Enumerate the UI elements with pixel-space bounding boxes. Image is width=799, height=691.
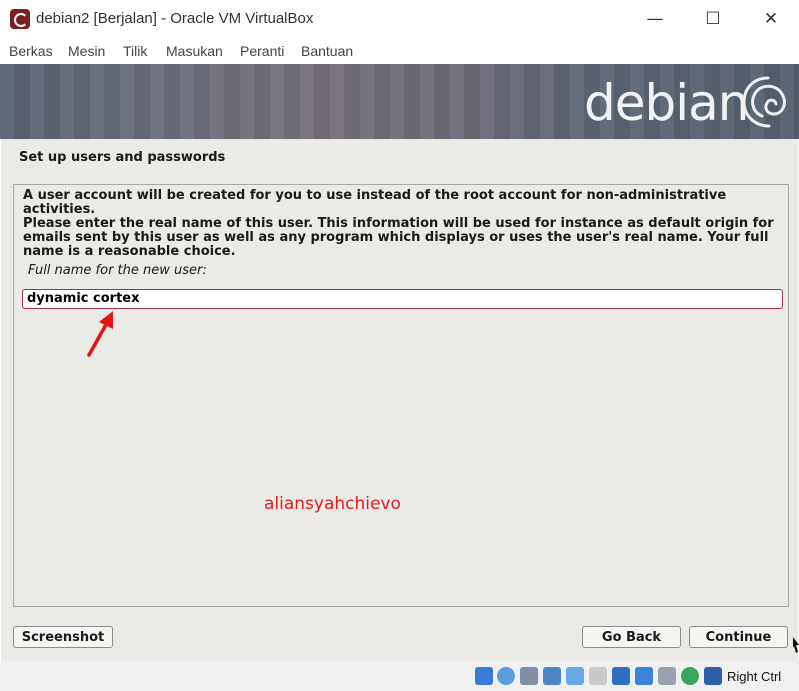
title-bar: debian2 [Berjalan] - Oracle VM VirtualBo… (0, 0, 799, 38)
page-title: Set up users and passwords (19, 150, 226, 165)
maximize-button[interactable]: ☐ (684, 0, 742, 38)
network-icon[interactable] (543, 667, 561, 685)
menu-bantuan[interactable]: Bantuan (301, 43, 353, 59)
go-back-button[interactable]: Go Back (582, 626, 681, 648)
menu-masukan[interactable]: Masukan (166, 43, 223, 59)
hard-disk-icon[interactable] (475, 667, 493, 685)
installer-area: Set up users and passwords A user accoun… (1, 139, 798, 661)
window-title: debian2 [Berjalan] - Oracle VM VirtualBo… (36, 10, 314, 27)
guest-additions-icon[interactable] (681, 667, 699, 685)
intro-text: A user account will be created for you t… (23, 188, 727, 217)
usb-icon[interactable] (566, 667, 584, 685)
debian-banner: debian (0, 64, 799, 139)
continue-button[interactable]: Continue (689, 626, 788, 648)
content-panel: A user account will be created for you t… (13, 184, 789, 607)
cpu-icon[interactable] (658, 667, 676, 685)
menu-tilik[interactable]: Tilik (123, 43, 147, 59)
optical-drive-icon[interactable] (497, 667, 515, 685)
full-name-label: Full name for the new user: (28, 263, 207, 278)
instruction-line-1: Please enter the real name of this user.… (23, 216, 774, 231)
menu-peranti[interactable]: Peranti (240, 43, 284, 59)
host-key-label: Right Ctrl (727, 669, 782, 684)
status-bar: Right Ctrl (0, 661, 799, 691)
audio-icon[interactable] (520, 667, 538, 685)
mouse-cursor-icon (793, 637, 799, 653)
display-icon[interactable] (612, 667, 630, 685)
virtualbox-app-icon (10, 9, 30, 29)
debian-logo-text: debian (584, 74, 749, 132)
screenshot-button[interactable]: Screenshot (13, 626, 113, 648)
minimize-button[interactable]: — (626, 0, 684, 38)
menu-bar: Berkas Mesin Tilik Masukan Peranti Bantu… (0, 38, 799, 64)
watermark-text: aliansyahchievo (264, 494, 401, 514)
instruction-line-2: emails sent by this user as well as any … (23, 230, 769, 245)
debian-swirl-icon (742, 76, 786, 128)
instruction-line-3: name is a reasonable choice. (23, 244, 236, 259)
screen-capture-icon[interactable] (635, 667, 653, 685)
red-arrow-annotation-icon (87, 311, 113, 357)
close-button[interactable]: ✕ (742, 0, 799, 38)
shared-folders-icon[interactable] (589, 667, 607, 685)
menu-mesin[interactable]: Mesin (68, 43, 105, 59)
mouse-integration-icon[interactable] (704, 667, 722, 685)
menu-berkas[interactable]: Berkas (9, 43, 53, 59)
full-name-input[interactable]: dynamic cortex (22, 289, 783, 309)
